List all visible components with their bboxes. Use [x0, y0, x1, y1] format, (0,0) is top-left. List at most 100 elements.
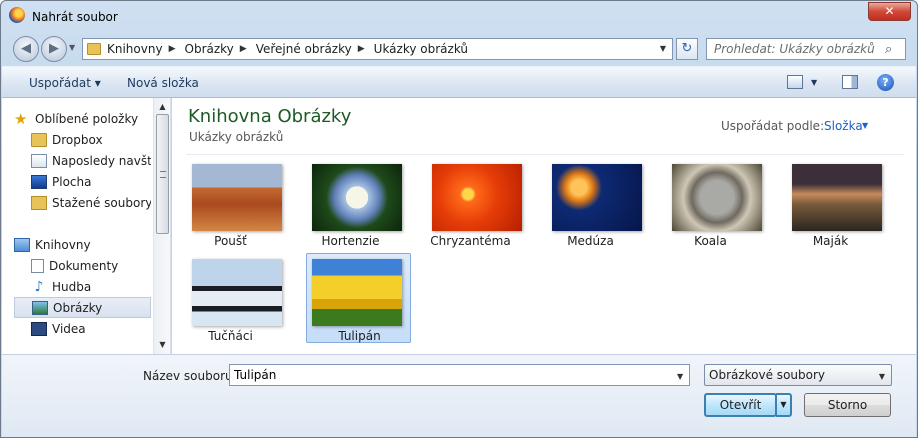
videos-icon — [31, 321, 47, 336]
sidebar-item-favorites[interactable]: ★ Oblíbené položky — [14, 108, 151, 129]
divider — [186, 154, 904, 155]
library-title: Knihovna Obrázky — [188, 106, 352, 127]
arrange-dropdown-icon[interactable]: ▼ — [862, 121, 868, 130]
desert-thumbnail — [192, 164, 282, 231]
documents-icon — [31, 258, 44, 273]
help-icon[interactable]: ? — [877, 74, 894, 91]
file-tile-meduza[interactable]: Medúza — [538, 158, 643, 248]
breadcrumb-ukazky-obrazku[interactable]: Ukázky obrázků — [374, 42, 468, 56]
folder-icon — [31, 132, 47, 147]
open-options-dropdown-icon[interactable]: ▼ — [776, 393, 792, 417]
chevron-down-icon: ▼ — [878, 372, 885, 381]
sidebar-item-label: Hudba — [52, 279, 92, 294]
sidebar-item-music[interactable]: ♪ Hudba — [14, 276, 151, 297]
file-tile-hortenzie[interactable]: Hortenzie — [298, 158, 403, 248]
scroll-down-arrow-icon[interactable]: ▼ — [154, 337, 171, 352]
sidebar-item-pictures[interactable]: Obrázky — [14, 297, 151, 318]
breadcrumb-knihovny[interactable]: Knihovny — [107, 42, 163, 56]
sidebar-item-dropbox[interactable]: Dropbox — [14, 129, 151, 150]
grip-icon — [160, 171, 166, 178]
breadcrumb-separator-icon[interactable]: ▶ — [240, 44, 247, 54]
filename-label: Název souboru: — [143, 369, 237, 383]
sidebar-item-label: Knihovny — [35, 237, 91, 252]
downloads-folder-icon — [31, 195, 47, 210]
arrange-by-dropdown[interactable]: Složka — [824, 119, 863, 133]
sidebar-item-label: Dropbox — [52, 132, 103, 147]
desktop-icon — [31, 174, 47, 189]
views-dropdown-icon[interactable]: ▼ — [811, 78, 817, 87]
libraries-icon — [14, 237, 30, 252]
sidebar-item-label: Obrázky — [53, 300, 103, 315]
sidebar-scrollbar[interactable]: ▲ ▼ — [153, 98, 170, 354]
scroll-up-arrow-icon[interactable]: ▲ — [154, 99, 171, 114]
sidebar-item-recent-places[interactable]: Naposledy navšti — [14, 150, 151, 171]
sidebar-item-label: Stažené soubory — [52, 195, 151, 210]
file-tile-chryzantema[interactable]: Chryzantéma — [418, 158, 523, 248]
file-type-select[interactable]: Obrázkové soubory ▼ — [704, 364, 892, 386]
close-button[interactable]: ✕ — [868, 2, 911, 21]
file-name: Koala — [694, 234, 727, 248]
folder-icon — [87, 43, 101, 55]
sidebar-item-label: Oblíbené položky — [35, 111, 139, 126]
pictures-icon — [32, 300, 48, 315]
jellyfish-thumbnail — [552, 164, 642, 231]
sidebar-item-libraries[interactable]: Knihovny — [14, 234, 151, 255]
preview-pane-icon[interactable] — [842, 75, 858, 89]
sidebar-item-desktop[interactable]: Plocha — [14, 171, 151, 192]
recent-places-icon — [31, 153, 47, 168]
views-icon[interactable] — [787, 75, 803, 89]
tulips-thumbnail — [312, 259, 402, 326]
refresh-button[interactable]: ↻ — [676, 38, 698, 60]
file-name: Maják — [812, 234, 849, 248]
sidebar-item-documents[interactable]: Dokumenty — [14, 255, 151, 276]
koala-thumbnail — [672, 164, 762, 231]
file-tile-majak[interactable]: Maják — [778, 158, 883, 248]
breadcrumb: Knihovny ▶ Obrázky ▶ Veřejné obrázky ▶ U… — [107, 42, 468, 56]
chrysanthemum-thumbnail — [432, 164, 522, 231]
breadcrumb-obrazky[interactable]: Obrázky — [185, 42, 234, 56]
search-input[interactable] — [706, 38, 906, 60]
cancel-button[interactable]: Storno — [804, 393, 891, 417]
open-button[interactable]: Otevřít — [704, 393, 777, 417]
file-tile-tucnaci[interactable]: Tučňáci — [178, 253, 283, 343]
file-upload-dialog: Nahrát soubor ✕ ◀ ▶ ▼ Knihovny ▶ Obrázky… — [0, 0, 918, 438]
filename-history-dropdown-icon[interactable]: ▼ — [677, 372, 683, 381]
file-tile-koala[interactable]: Koala — [658, 158, 763, 248]
back-button[interactable]: ◀ — [13, 36, 39, 62]
new-folder-button[interactable]: Nová složka — [127, 76, 199, 90]
file-name: Poušť — [214, 234, 247, 248]
title-bar: Nahrát soubor ✕ — [1, 1, 917, 31]
library-subtitle: Ukázky obrázků — [189, 130, 284, 144]
recent-locations-dropdown-icon[interactable]: ▼ — [69, 43, 75, 52]
scrollbar-thumb[interactable] — [156, 114, 169, 234]
file-list-pane: Knihovna Obrázky Ukázky obrázků Uspořáda… — [172, 98, 916, 354]
file-type-value: Obrázkové soubory — [709, 368, 826, 382]
file-name: Chryzantéma — [430, 234, 511, 248]
penguins-thumbnail — [192, 259, 282, 326]
breadcrumb-separator-icon[interactable]: ▶ — [358, 44, 365, 54]
sidebar-item-label: Plocha — [52, 174, 92, 189]
breadcrumb-separator-icon[interactable]: ▶ — [169, 44, 176, 54]
file-tile-pust[interactable]: Poušť — [178, 158, 283, 248]
lighthouse-thumbnail — [792, 164, 882, 231]
star-icon: ★ — [14, 109, 28, 128]
command-bar: Uspořádat ▾ Nová složka ▼ ? — [2, 66, 916, 98]
dialog-footer: Název souboru: ▼ Obrázkové soubory ▼ Ote… — [2, 354, 916, 437]
forward-button[interactable]: ▶ — [41, 36, 67, 62]
breadcrumb-verejne-obrazky[interactable]: Veřejné obrázky — [256, 42, 352, 56]
file-name: Medúza — [567, 234, 614, 248]
sidebar-item-label: Naposledy navšti — [52, 153, 151, 168]
file-name: Tulipán — [338, 329, 381, 343]
music-icon: ♪ — [34, 278, 44, 295]
sidebar-item-downloads[interactable]: Stažené soubory — [14, 192, 151, 213]
address-dropdown-icon[interactable]: ▼ — [660, 44, 666, 53]
navigation-bar: ◀ ▶ ▼ Knihovny ▶ Obrázky ▶ Veřejné obráz… — [1, 31, 917, 65]
file-name: Hortenzie — [321, 234, 380, 248]
filename-input[interactable] — [229, 364, 690, 386]
search-icon[interactable]: ⌕ — [885, 42, 892, 57]
sidebar-item-videos[interactable]: Videa — [14, 318, 151, 339]
organize-button[interactable]: Uspořádat ▾ — [29, 76, 101, 90]
file-tile-tulipan[interactable]: Tulipán — [306, 253, 411, 343]
sidebar-item-label: Dokumenty — [49, 258, 119, 273]
address-bar[interactable]: Knihovny ▶ Obrázky ▶ Veřejné obrázky ▶ U… — [82, 38, 673, 60]
